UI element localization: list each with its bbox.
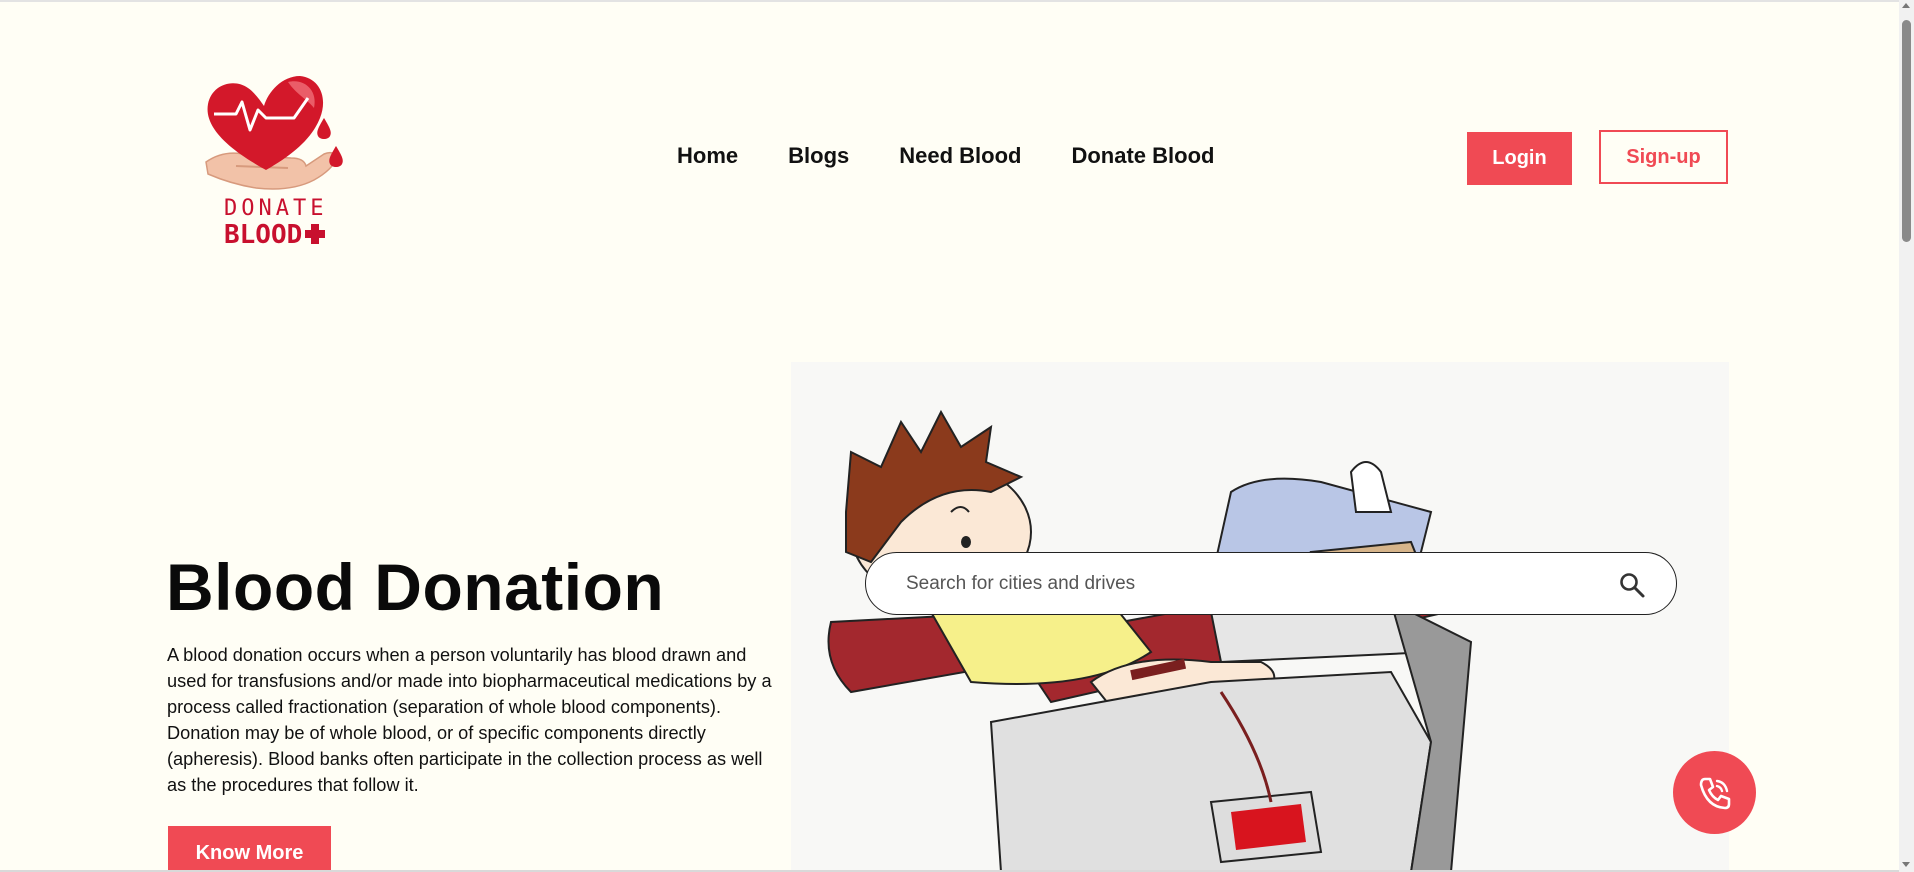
call-button[interactable] [1673,751,1756,834]
heart-hand-logo-icon [205,76,343,190]
nav-item-blogs[interactable]: Blogs [788,143,849,169]
nav-item-need-blood[interactable]: Need Blood [899,143,1021,169]
vertical-scrollbar[interactable] [1899,0,1914,872]
hero-title: Blood Donation [166,550,665,624]
page: DONATE BLOOD Home Blogs Need Blood Donat… [0,0,1914,872]
top-divider [0,0,1914,2]
nav-item-home[interactable]: Home [677,143,738,169]
scroll-down-arrow-icon[interactable] [1902,862,1910,867]
know-more-button[interactable]: Know More [168,826,331,872]
scroll-up-arrow-icon[interactable] [1902,3,1910,8]
site-logo[interactable]: DONATE BLOOD [196,70,356,250]
search-icon[interactable] [1618,571,1646,599]
blood-donation-illustration [791,362,1729,872]
hero-description: A blood donation occurs when a person vo… [167,645,772,795]
donor-illustration-image [791,362,1729,872]
search-input[interactable] [904,571,1598,596]
search-bar [865,552,1677,615]
logo-line-1: DONATE [224,196,328,221]
login-button[interactable]: Login [1467,132,1572,185]
nav-item-donate-blood[interactable]: Donate Blood [1071,143,1214,169]
phone-call-icon [1699,777,1730,809]
main-nav: Home Blogs Need Blood Donate Blood [677,143,1264,169]
logo-line-2-text: BLOOD [224,220,303,250]
logo-line-2: BLOOD [224,222,344,248]
logo-text: DONATE BLOOD [224,198,344,248]
signup-button[interactable]: Sign-up [1599,130,1728,184]
plus-cross-icon [305,224,326,244]
scrollbar-thumb[interactable] [1902,20,1911,242]
